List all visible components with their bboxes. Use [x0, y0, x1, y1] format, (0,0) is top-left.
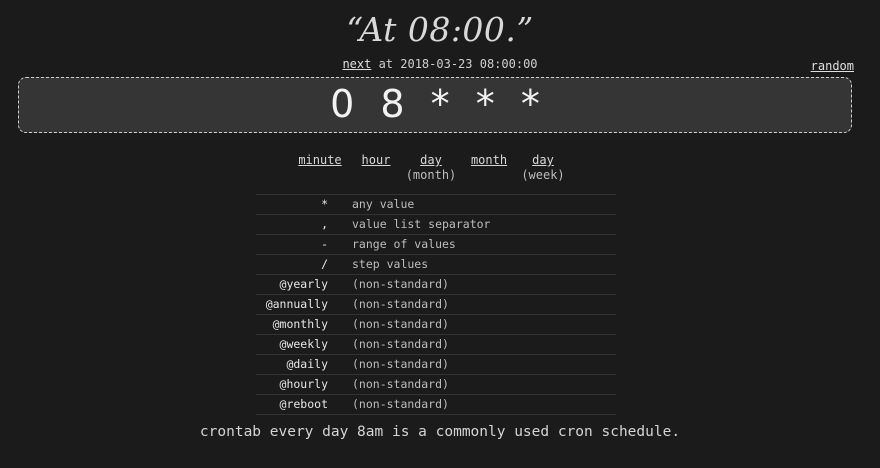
- cron-expression-input[interactable]: 0 8 * * *: [19, 82, 851, 126]
- legend-description: step values: [352, 257, 429, 271]
- field-hour-label[interactable]: hour: [362, 153, 391, 167]
- legend-description: (non-standard): [352, 337, 449, 351]
- legend-description: value list separator: [352, 217, 491, 231]
- legend-symbol: @weekly: [279, 337, 328, 351]
- legend-symbol: *: [321, 197, 328, 211]
- legend-description: (non-standard): [352, 397, 449, 411]
- legend-row: , value list separator: [256, 214, 616, 234]
- legend-description: any value: [352, 197, 415, 211]
- random-link[interactable]: random: [811, 59, 854, 73]
- legend-row: @weekly (non-standard): [256, 334, 616, 354]
- legend-symbol: @annually: [265, 297, 328, 311]
- field-day-week-label[interactable]: day: [532, 153, 554, 167]
- legend-description: (non-standard): [352, 277, 449, 291]
- next-run-time: at 2018-03-23 08:00:00: [371, 57, 538, 71]
- legend-symbol: /: [321, 257, 328, 271]
- field-month-label[interactable]: month: [471, 153, 507, 167]
- schedule-summary: crontab every day 8am is a commonly used…: [199, 424, 681, 440]
- legend-symbol: ,: [321, 217, 328, 231]
- legend-row: * any value: [256, 194, 616, 214]
- legend-symbol: @yearly: [279, 277, 328, 291]
- legend-row: @yearly (non-standard): [256, 274, 616, 294]
- schedule-description-title: “At 08:00.”: [346, 10, 534, 49]
- legend-row: @hourly (non-standard): [256, 374, 616, 394]
- field-day-month-label[interactable]: day: [420, 153, 442, 167]
- field-minute-label[interactable]: minute: [298, 153, 341, 167]
- legend-description: range of values: [352, 237, 456, 251]
- legend-description: (non-standard): [352, 317, 449, 331]
- legend-row: @annually (non-standard): [256, 294, 616, 314]
- legend-row: @monthly (non-standard): [256, 314, 616, 334]
- field-month[interactable]: month: [467, 153, 511, 167]
- legend-row: - range of values: [256, 234, 616, 254]
- legend-symbol: -: [321, 237, 328, 251]
- legend-description: (non-standard): [352, 357, 449, 371]
- field-day-month[interactable]: day (month): [404, 153, 458, 182]
- legend-symbol: @daily: [286, 357, 328, 371]
- legend-description: (non-standard): [352, 297, 449, 311]
- legend-row: @reboot (non-standard): [256, 394, 616, 415]
- legend-symbol: @monthly: [272, 317, 328, 331]
- legend-description: (non-standard): [352, 377, 449, 391]
- field-day-week[interactable]: day (week): [520, 153, 566, 182]
- field-day-week-sub: (week): [521, 168, 565, 182]
- next-link[interactable]: next: [342, 57, 371, 71]
- next-run-line: next at 2018-03-23 08:00:00: [0, 57, 880, 71]
- legend-symbol: @hourly: [279, 377, 328, 391]
- field-day-month-sub: (month): [405, 168, 457, 182]
- legend-row: @daily (non-standard): [256, 354, 616, 374]
- legend-row: / step values: [256, 254, 616, 274]
- legend-symbol: @reboot: [279, 397, 328, 411]
- field-minute[interactable]: minute: [294, 153, 346, 167]
- field-hour[interactable]: hour: [357, 153, 395, 167]
- syntax-legend-table: * any value , value list separator - ran…: [256, 194, 616, 415]
- cron-expression-box[interactable]: 0 8 * * *: [18, 77, 852, 133]
